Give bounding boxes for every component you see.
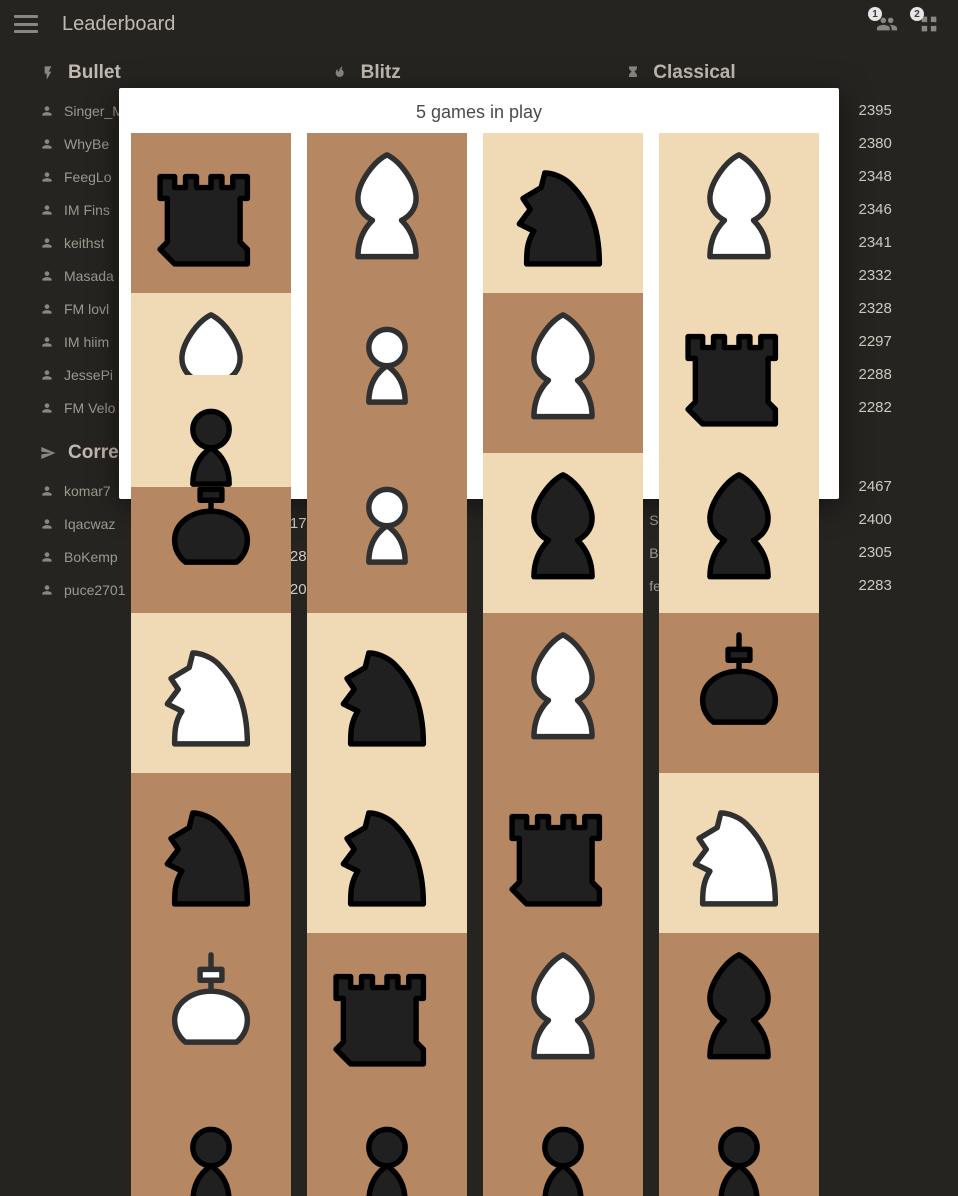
square-b8 — [483, 293, 643, 453]
square-b8 — [131, 133, 291, 293]
square-c4 — [131, 613, 291, 773]
square-d8 — [483, 613, 643, 773]
square-c5 — [307, 453, 467, 613]
square-h8 — [483, 933, 643, 1093]
square-f8 — [659, 613, 819, 773]
games-grid: GREWEBin 5 daysMARCOSMARINOin 5 daysTHIB… — [119, 133, 839, 499]
square-e7 — [307, 133, 467, 293]
game-card[interactable]: THIBAULTWaiting for opponent — [483, 133, 643, 359]
game-card[interactable]: MARCOSMARINOin 5 days — [307, 133, 467, 359]
square-c8 — [659, 293, 819, 453]
square-a8 — [659, 133, 819, 293]
game-card[interactable]: GREWEBin 5 days — [131, 133, 291, 359]
square-d5 — [307, 613, 467, 773]
square-a7 — [483, 1093, 643, 1196]
modal-title: 5 games in play — [119, 88, 839, 133]
square-h4 — [131, 773, 291, 933]
mini-board — [131, 375, 291, 487]
square-c8 — [483, 453, 643, 613]
mini-board-clipped — [131, 375, 291, 487]
square-c3 — [131, 933, 291, 1093]
square-a8 — [131, 375, 291, 487]
square-d2 — [131, 1093, 291, 1196]
square-d6 — [307, 293, 467, 453]
square-d4 — [307, 1093, 467, 1196]
square-h8 — [659, 933, 819, 1093]
square-b4 — [307, 933, 467, 1093]
mini-board — [483, 133, 643, 293]
square-a8 — [483, 133, 643, 293]
mini-board — [307, 133, 467, 293]
modal-overlay: 5 games in play GREWEBin 5 daysMARCOSMAR… — [0, 0, 958, 598]
game-card[interactable] — [131, 375, 291, 487]
square-f8 — [483, 773, 643, 933]
games-modal: 5 games in play GREWEBin 5 daysMARCOSMAR… — [119, 88, 839, 499]
mini-board — [131, 133, 291, 293]
mini-board — [659, 133, 819, 293]
square-e8 — [659, 453, 819, 613]
game-card[interactable]: THIBAULTWaiting for opponent — [659, 133, 819, 359]
square-h5 — [307, 773, 467, 933]
square-a7 — [659, 1093, 819, 1196]
square-g8 — [659, 773, 819, 933]
